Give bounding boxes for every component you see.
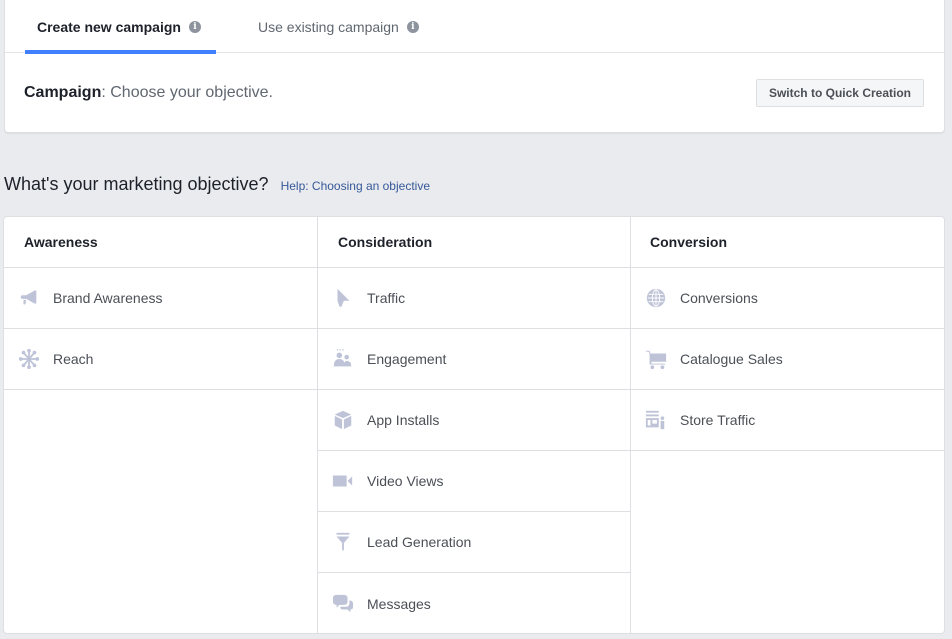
campaign-row: Campaign : Choose your objective. Switch… [5,53,944,132]
cursor-icon [331,286,355,310]
objective-label: Lead Generation [367,534,472,550]
objective-label: Traffic [367,290,406,306]
tab-label: Create new campaign [37,18,181,35]
switch-to-quick-creation-button[interactable]: Switch to Quick Creation [755,79,924,107]
objective-label: App Installs [367,412,440,428]
shopping-cart-icon [644,347,668,371]
campaign-label: Campaign [24,83,102,101]
column-header: Consideration [318,217,630,268]
objective-label: Video Views [367,473,444,489]
people-icon [331,347,355,371]
tab-label: Use existing campaign [258,18,399,35]
objective-store-traffic[interactable]: Store Traffic [631,390,944,451]
objective-conversions[interactable]: Conversions [631,268,944,329]
campaign-tabs: Create new campaign i Use existing campa… [5,0,944,54]
column-consideration: Consideration Traffic Engagement App Ins… [318,217,631,633]
campaign-card: Create new campaign i Use existing campa… [4,0,945,133]
box-icon [331,408,355,432]
objective-label: Store Traffic [680,412,756,428]
objective-heading: What's your marketing objective? Help: C… [4,174,430,195]
objective-traffic[interactable]: Traffic [318,268,630,329]
megaphone-icon [17,286,41,310]
tab-create-new-campaign[interactable]: Create new campaign i [25,0,216,54]
objective-app-installs[interactable]: App Installs [318,390,630,451]
objective-label: Engagement [367,351,447,367]
objective-engagement[interactable]: Engagement [318,329,630,390]
objective-brand-awareness[interactable]: Brand Awareness [4,268,317,329]
objective-label: Brand Awareness [53,290,163,306]
column-header: Awareness [4,217,317,268]
objective-lead-generation[interactable]: Lead Generation [318,512,630,573]
tab-use-existing-campaign[interactable]: Use existing campaign i [258,0,419,53]
chat-bubbles-icon [331,592,355,616]
funnel-icon [331,530,355,554]
objective-reach[interactable]: Reach [4,329,317,390]
column-conversion: Conversion Conversions Catalogue Sales S… [631,217,944,633]
objective-label: Conversions [680,290,758,306]
objective-label: Reach [53,351,94,367]
video-camera-icon [331,469,355,493]
help-choosing-objective-link[interactable]: Help: Choosing an objective [281,179,430,193]
objective-messages[interactable]: Messages [318,573,630,633]
reach-icon [17,347,41,371]
info-icon[interactable]: i [188,20,201,33]
column-header: Conversion [631,217,944,268]
column-awareness: Awareness Brand Awareness Reach [4,217,318,633]
objective-video-views[interactable]: Video Views [318,451,630,512]
objective-title: What's your marketing objective? [4,174,269,194]
objectives-grid: Awareness Brand Awareness Reach Consider… [3,216,945,634]
campaign-instruction: : Choose your objective. [101,83,273,101]
objective-label: Catalogue Sales [680,351,783,367]
globe-icon [644,286,668,310]
objective-catalogue-sales[interactable]: Catalogue Sales [631,329,944,390]
objective-label: Messages [367,595,431,612]
info-icon[interactable]: i [406,20,419,33]
store-icon [644,408,668,432]
